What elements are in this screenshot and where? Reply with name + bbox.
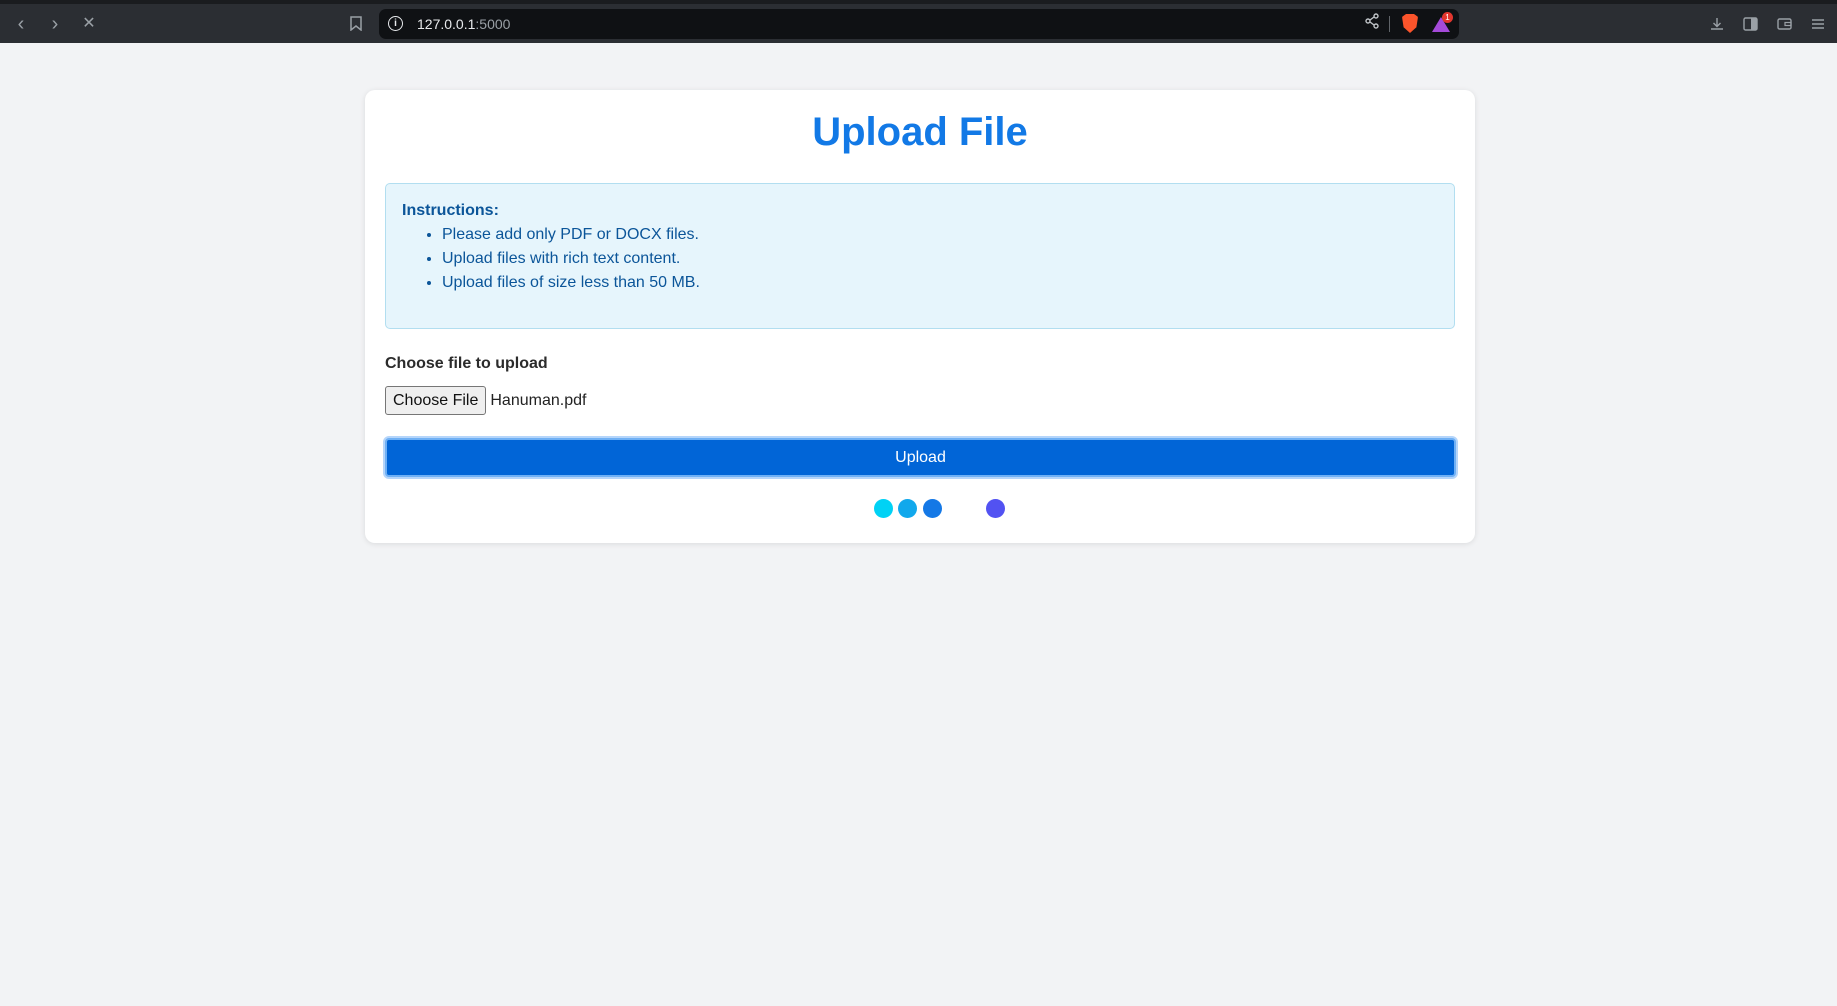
loading-dot — [986, 499, 1005, 518]
browser-toolbar: ‹ › ✕ i 127.0.0.1:5000 1 — [0, 0, 1837, 43]
file-input-label: Choose file to upload — [385, 355, 548, 372]
instruction-item: Upload files with rich text content. — [442, 249, 1438, 269]
file-input[interactable]: Choose File Hanuman.pdf — [385, 386, 586, 415]
forward-icon[interactable]: › — [40, 4, 70, 43]
brave-rewards-icon[interactable]: 1 — [1432, 12, 1453, 33]
instructions-box: Instructions: Please add only PDF or DOC… — [385, 183, 1455, 329]
loading-dot — [923, 499, 942, 518]
instruction-item: Upload files of size less than 50 MB. — [442, 273, 1438, 293]
menu-icon[interactable] — [1803, 4, 1833, 43]
back-icon[interactable]: ‹ — [6, 4, 36, 43]
address-bar[interactable]: i 127.0.0.1:5000 1 — [379, 9, 1459, 39]
url-text[interactable]: 127.0.0.1:5000 — [417, 16, 510, 32]
bookmark-icon[interactable] — [341, 4, 371, 43]
site-info-icon[interactable]: i — [388, 16, 403, 31]
upload-card: Upload File Instructions: Please add onl… — [365, 90, 1475, 543]
instructions-list: Please add only PDF or DOCX files. Uploa… — [442, 225, 1438, 293]
loading-dot — [874, 499, 893, 518]
choose-file-button[interactable]: Choose File — [385, 386, 487, 415]
instruction-item: Please add only PDF or DOCX files. — [442, 225, 1438, 245]
downloads-icon[interactable] — [1702, 4, 1732, 43]
loading-dot — [898, 499, 917, 518]
selected-file-name: Hanuman.pdf — [490, 391, 587, 409]
page-title: Upload File — [812, 110, 1028, 154]
rewards-badge: 1 — [1442, 12, 1453, 23]
instructions-heading: Instructions: — [402, 202, 499, 219]
stop-loading-icon[interactable]: ✕ — [74, 4, 104, 43]
address-divider — [1389, 16, 1390, 32]
wallet-icon[interactable] — [1769, 4, 1799, 43]
upload-button[interactable]: Upload — [385, 438, 1456, 477]
sidebar-icon[interactable] — [1735, 4, 1765, 43]
brave-shields-icon[interactable] — [1402, 14, 1418, 33]
share-icon[interactable] — [1364, 13, 1380, 34]
